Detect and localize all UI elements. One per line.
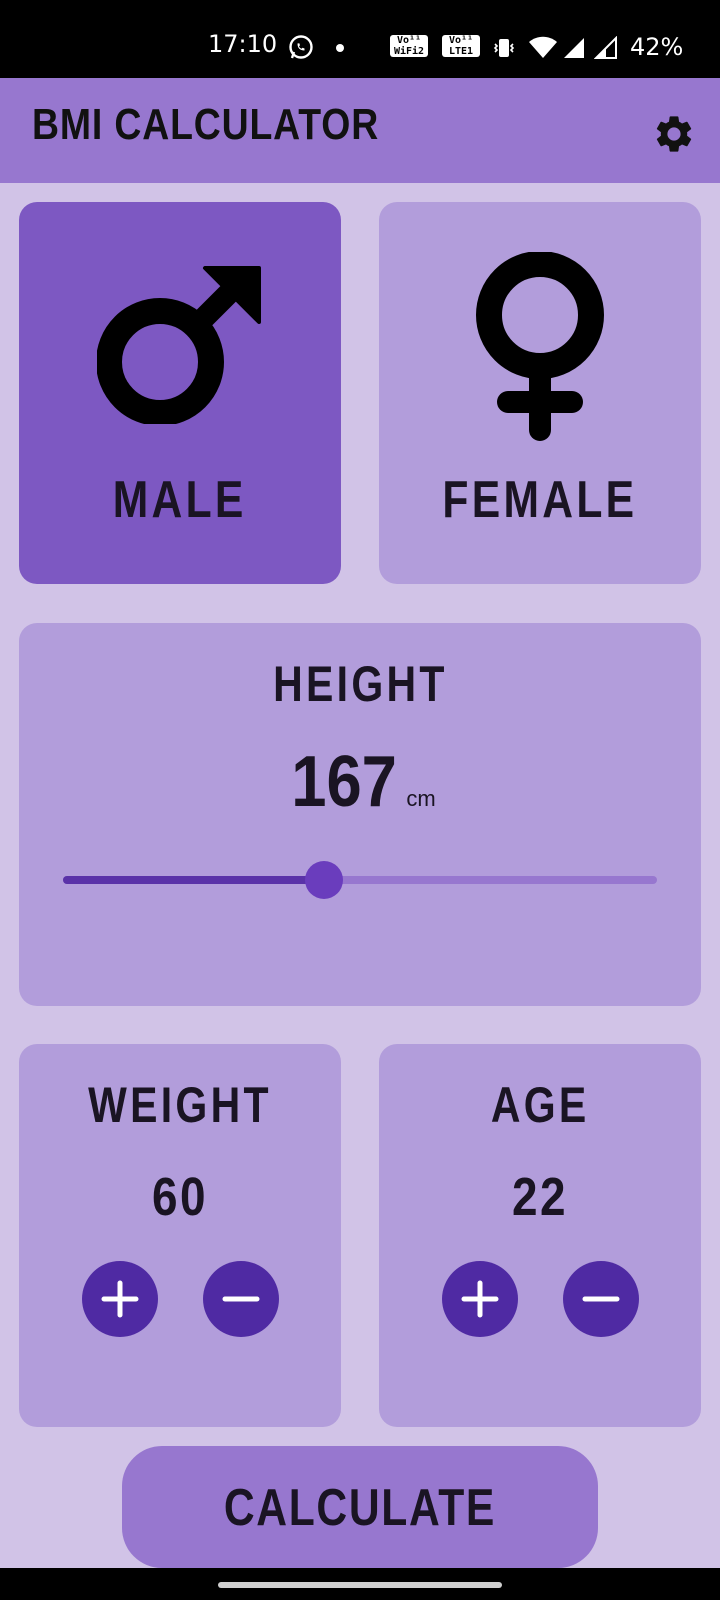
vowifi-badge: Vo¹¹ WiFi2 [390,35,428,57]
status-time: 17:10 [208,30,278,58]
gear-icon[interactable] [652,112,696,156]
signal-icon-2 [594,36,617,59]
age-label: AGE [490,1077,590,1133]
weight-card: WEIGHT 60 [19,1044,341,1427]
male-card[interactable]: MALE [19,202,341,584]
minus-icon [222,1296,260,1302]
minus-icon [582,1296,620,1302]
height-slider[interactable] [63,859,657,899]
weight-label: WEIGHT [88,1077,272,1133]
plus-icon [101,1280,139,1318]
weight-value: 60 [151,1167,209,1227]
plus-icon [461,1280,499,1318]
height-value: 167 [291,742,398,822]
female-card[interactable]: FEMALE [379,202,701,584]
status-bar: 17:10 Vo¹¹ WiFi2 Vo¹¹ LTE1 42% [0,0,720,78]
age-increment-button[interactable] [442,1261,518,1337]
weight-increment-button[interactable] [82,1261,158,1337]
height-value-row: 167 cm [19,741,701,823]
weight-decrement-button[interactable] [203,1261,279,1337]
notification-dot [336,44,344,52]
age-decrement-button[interactable] [563,1261,639,1337]
signal-icon [564,38,584,58]
battery-percent: 42% [630,33,684,61]
calculate-label: CALCULATE [223,1479,497,1537]
navigation-bar [0,1568,720,1600]
height-unit: cm [406,786,436,811]
male-label: MALE [113,471,247,529]
whatsapp-icon [289,35,313,59]
height-card: HEIGHT 167 cm [19,623,701,1006]
home-gesture-handle[interactable] [218,1582,502,1588]
slider-fill [63,876,324,884]
wifi-icon [529,36,557,58]
page-title: BMI CALCULATOR [32,100,380,149]
height-label: HEIGHT [272,656,448,712]
vibrate-icon [493,39,515,57]
slider-thumb[interactable] [305,861,343,899]
female-symbol-icon [476,252,604,441]
app-bar: BMI CALCULATOR [0,78,720,183]
age-value: 22 [511,1167,569,1227]
female-label: FEMALE [442,471,638,529]
male-symbol-icon [97,266,261,424]
calculate-button[interactable]: CALCULATE [122,1446,598,1568]
age-card: AGE 22 [379,1044,701,1427]
volte-badge: Vo¹¹ LTE1 [442,35,480,57]
